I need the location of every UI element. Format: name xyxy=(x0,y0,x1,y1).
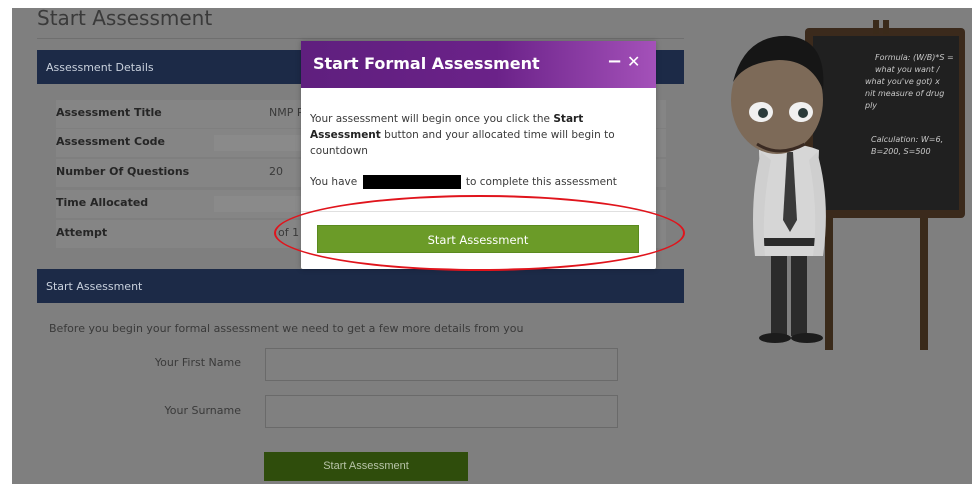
board-line: nit measure of drug xyxy=(865,89,944,98)
start-assessment-button-disabled[interactable]: Start Assessment xyxy=(264,452,468,481)
detail-label: Number Of Questions xyxy=(56,165,190,178)
intro-text: Before you begin your formal assessment … xyxy=(49,322,524,335)
page-title: Start Assessment xyxy=(37,6,213,30)
modal-header: Start Formal Assessment − ✕ xyxy=(301,41,656,88)
first-name-label: Your First Name xyxy=(154,356,241,369)
redacted-time xyxy=(362,175,461,189)
surname-input[interactable] xyxy=(265,395,618,428)
detail-label: Assessment Title xyxy=(56,106,162,119)
detail-value: NMP P xyxy=(269,106,304,119)
board-line: B=200, S=500 xyxy=(871,147,931,156)
annotation-circle xyxy=(274,195,685,271)
time-message: You have to complete this assessment xyxy=(310,175,617,189)
modal-message: Your assessment will begin once you clic… xyxy=(310,111,640,159)
detail-label: Time Allocated xyxy=(56,196,149,209)
masked-value xyxy=(214,196,314,212)
board-line: Calculation: W=6, xyxy=(871,135,943,144)
board-line: Formula: (W/B)*S = xyxy=(875,53,954,62)
time-suffix: to complete this assessment xyxy=(465,176,617,188)
close-icon[interactable]: ✕ xyxy=(627,52,640,71)
board-line: what you've got) x xyxy=(865,77,940,86)
minimize-icon[interactable]: − xyxy=(607,51,622,72)
masked-value xyxy=(214,135,314,151)
detail-value: 20 xyxy=(269,165,283,178)
title-divider xyxy=(37,38,684,39)
teacher-illustration: Formula: (W/B)*S = what you want / what … xyxy=(731,20,965,350)
board-line: ply xyxy=(864,101,877,110)
surname-label: Your Surname xyxy=(164,404,241,417)
board-line: what you want / xyxy=(875,65,941,74)
message-text: Your assessment will begin once you clic… xyxy=(310,113,554,125)
first-name-input[interactable] xyxy=(265,348,618,381)
detail-label: Assessment Code xyxy=(56,135,165,148)
detail-label: Attempt xyxy=(56,226,108,239)
modal-title: Start Formal Assessment xyxy=(313,54,540,73)
start-panel-header: Start Assessment xyxy=(37,269,684,303)
time-prefix: You have xyxy=(310,176,358,188)
